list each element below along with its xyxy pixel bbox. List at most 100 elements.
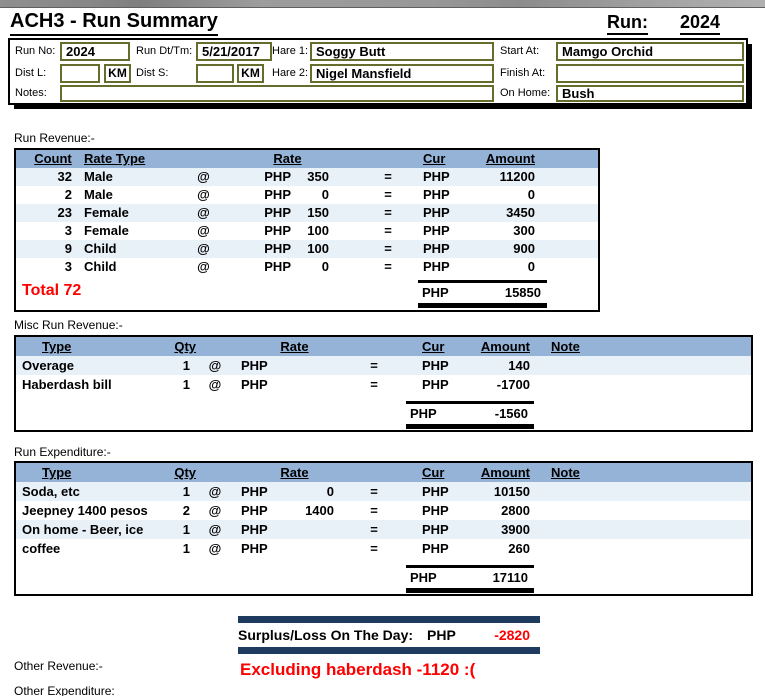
hare2-label: Hare 2: xyxy=(272,67,308,79)
cell-amount: 10150 xyxy=(456,482,536,501)
at-symbol: @ xyxy=(191,258,216,276)
cell-qty: 1 xyxy=(156,482,196,501)
table-row: 3 Child @ PHP 0 = PHP 0 xyxy=(16,258,598,276)
at-symbol: @ xyxy=(196,520,234,539)
cell-note xyxy=(536,539,751,558)
run-revenue-section-label: Run Revenue:- xyxy=(14,131,95,145)
expenditure-total-area: PHP 17110 xyxy=(16,560,751,594)
cell-rate-type: Child xyxy=(78,258,191,276)
start-at-field[interactable] xyxy=(556,42,744,61)
run-no-field[interactable] xyxy=(60,42,130,61)
col-header-note: Note xyxy=(536,337,751,356)
cell-amount: 3450 xyxy=(456,204,541,222)
cell-rate: 0 xyxy=(297,186,335,204)
cell-rate-cur: PHP xyxy=(216,168,297,186)
cell-cur: PHP xyxy=(408,482,456,501)
cell-note xyxy=(536,356,751,375)
on-home-label: On Home: xyxy=(500,87,550,99)
misc-total-box: PHP -1560 xyxy=(406,401,534,429)
col-header-amount: Amount xyxy=(456,337,536,356)
equals-symbol: = xyxy=(366,186,410,204)
misc-revenue-table: Type Qty Rate Cur Amount Note Overage 1 … xyxy=(14,335,753,432)
surplus-amount: -2820 xyxy=(456,627,540,643)
cell-note xyxy=(536,375,751,394)
equals-symbol: = xyxy=(340,356,408,375)
run-info-box: Run No: Run Dt/Tm: Hare 1: Start At: Dis… xyxy=(8,38,748,105)
cell-rate: 0 xyxy=(297,258,335,276)
col-header-amount: Amount xyxy=(456,150,541,168)
cell-rate xyxy=(274,375,340,394)
table-row: 23 Female @ PHP 150 = PHP 3450 xyxy=(16,204,598,222)
run-no-label: Run No: xyxy=(15,45,55,57)
cell-note xyxy=(536,482,751,501)
cell-amount: 260 xyxy=(456,539,536,558)
cell-rate: 100 xyxy=(297,240,335,258)
window-edge-strip xyxy=(0,0,765,8)
misc-revenue-section-label: Misc Run Revenue:- xyxy=(14,318,123,332)
cell-rate-type: Child xyxy=(78,240,191,258)
notes-field[interactable] xyxy=(60,85,494,102)
cell-rate-cur: PHP xyxy=(216,222,297,240)
hare2-field[interactable] xyxy=(310,64,494,83)
cell-count: 9 xyxy=(16,240,78,258)
run-dt-label: Run Dt/Tm: xyxy=(136,45,192,57)
finish-at-label: Finish At: xyxy=(500,67,545,79)
cell-cur: PHP xyxy=(408,501,456,520)
table-row: Jeepney 1400 pesos 2 @ PHP 1400 = PHP 28… xyxy=(16,501,751,520)
total-amount: -1560 xyxy=(495,404,528,424)
run-date-field[interactable] xyxy=(196,42,272,61)
cell-rate xyxy=(274,356,340,375)
revenue-total-box: PHP 15850 xyxy=(418,280,547,308)
equals-symbol: = xyxy=(340,520,408,539)
cell-rate: 350 xyxy=(297,168,335,186)
at-symbol: @ xyxy=(191,240,216,258)
cell-rate-cur: PHP xyxy=(216,204,297,222)
col-header-note: Note xyxy=(536,463,751,482)
cell-note xyxy=(536,501,751,520)
cell-rate-cur: PHP xyxy=(216,258,297,276)
cell-type: Haberdash bill xyxy=(16,375,156,394)
cell-count: 3 xyxy=(16,258,78,276)
dist-s-field[interactable] xyxy=(196,64,234,83)
total-amount: 17110 xyxy=(493,568,528,588)
cell-type: Jeepney 1400 pesos xyxy=(16,501,156,520)
col-header-type: Type xyxy=(16,337,156,356)
cell-rate xyxy=(274,539,340,558)
run-label: Run: xyxy=(607,12,648,35)
cell-amount: 140 xyxy=(456,356,536,375)
equals-symbol: = xyxy=(366,258,410,276)
at-symbol: @ xyxy=(191,222,216,240)
cell-rate: 100 xyxy=(297,222,335,240)
cell-rate-cur: PHP xyxy=(234,375,274,394)
on-home-field[interactable] xyxy=(556,85,744,102)
notes-label: Notes: xyxy=(15,87,47,99)
cell-type: Soda, etc xyxy=(16,482,156,501)
cell-amount: -1700 xyxy=(456,375,536,394)
col-header-cur: Cur xyxy=(408,463,456,482)
dist-l-field[interactable] xyxy=(60,64,100,83)
cell-rate-type: Male xyxy=(78,186,191,204)
col-header-rate: Rate xyxy=(234,463,340,482)
hare1-label: Hare 1: xyxy=(272,45,308,57)
cell-type: Overage xyxy=(16,356,156,375)
cell-type: On home - Beer, ice xyxy=(16,520,156,539)
cell-qty: 1 xyxy=(156,520,196,539)
other-revenue-section-label: Other Revenue:- xyxy=(14,659,103,673)
finish-at-field[interactable] xyxy=(556,64,744,83)
surplus-label: Surplus/Loss On The Day: xyxy=(238,627,413,643)
excluding-haberdash-note: Excluding haberdash -1120 :( xyxy=(240,660,475,680)
total-cur: PHP xyxy=(410,568,437,588)
cell-rate: 150 xyxy=(297,204,335,222)
col-header-count: Count xyxy=(16,150,78,168)
misc-total-area: PHP -1560 xyxy=(16,396,751,430)
col-header-qty: Qty xyxy=(156,337,196,356)
cell-qty: 1 xyxy=(156,356,196,375)
hare1-field[interactable] xyxy=(310,42,494,61)
cell-qty: 1 xyxy=(156,375,196,394)
revenue-total-count: Total 72 xyxy=(22,282,81,300)
cell-cur: PHP xyxy=(410,258,456,276)
cell-note xyxy=(536,520,751,539)
cell-count: 2 xyxy=(16,186,78,204)
cell-cur: PHP xyxy=(410,240,456,258)
at-symbol: @ xyxy=(196,501,234,520)
